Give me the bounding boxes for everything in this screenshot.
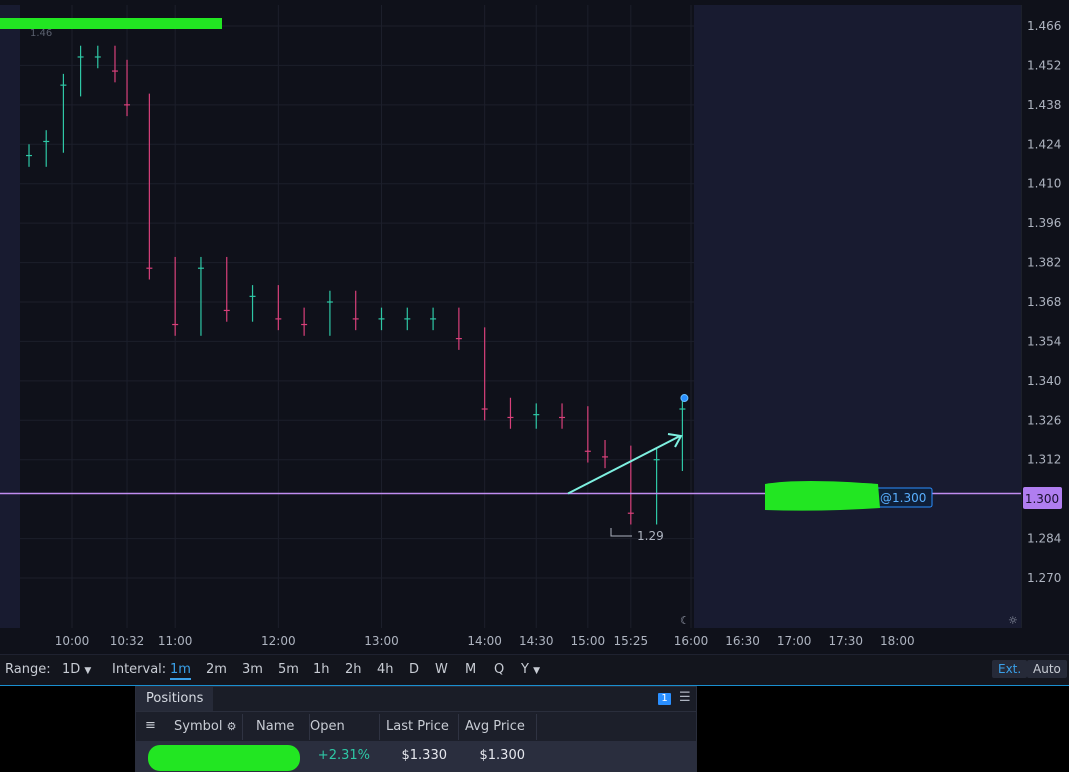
price-tick-label: 1.368 [1027, 295, 1061, 309]
interval-quarter[interactable]: Q [494, 662, 504, 677]
interval-3m[interactable]: 3m [242, 662, 263, 677]
price-tick-label: 1.354 [1027, 334, 1061, 348]
price-tick-label: 1.284 [1027, 532, 1061, 546]
redacted-symbol [148, 745, 300, 771]
time-tick-label: 14:30 [519, 634, 554, 648]
after-hours-shading [694, 5, 1021, 628]
price-tick-label: 1.410 [1027, 177, 1061, 191]
column-symbol-label: Symbol [174, 719, 223, 734]
price-tick-label: 1.326 [1027, 413, 1061, 427]
interval-2m[interactable]: 2m [206, 662, 227, 677]
interval-week[interactable]: W [435, 662, 448, 677]
column-last-price[interactable]: Last Price [380, 714, 459, 740]
range-label: Range: [5, 662, 51, 677]
column-name[interactable]: Name [250, 714, 310, 740]
time-tick-label: 15:00 [571, 634, 606, 648]
time-tick-label: 13:00 [364, 634, 399, 648]
column-avg-price[interactable]: Avg Price [459, 714, 537, 740]
price-tick-label: 1.312 [1027, 453, 1061, 467]
interval-4h[interactable]: 4h [377, 662, 394, 677]
interval-month[interactable]: M [465, 662, 476, 677]
time-axis: 10:00 10:32 11:00 12:00 13:00 14:00 14:30 15:00… [0, 628, 1069, 654]
interval-label: Interval: [112, 662, 167, 677]
interval-year-dropdown[interactable]: Y ▼ [521, 662, 540, 677]
price-tick-label: 1.382 [1027, 256, 1061, 270]
interval-2h[interactable]: 2h [345, 662, 362, 677]
column-symbol[interactable]: Symbol ⚙ [168, 714, 243, 740]
chevron-down-icon: ▼ [84, 666, 92, 676]
range-value: 1D [62, 662, 81, 677]
avg-price-value: $1.300 [479, 748, 526, 763]
session-low-marker: 1.29 [610, 528, 664, 543]
time-tick-label: 16:30 [725, 634, 760, 648]
interval-1h[interactable]: 1h [313, 662, 330, 677]
last-price-dot [680, 394, 689, 403]
order-price-label-text: @1.300 [880, 491, 926, 505]
moon-icon: ☾ [680, 614, 690, 627]
open-pnl-value: +2.31% [317, 748, 370, 763]
column-open-pnl[interactable]: Open P&... [304, 714, 380, 760]
range-dropdown[interactable]: 1D ▼ [62, 662, 91, 677]
interval-year-label: Y [521, 662, 529, 677]
price-tick-label: 1.466 [1027, 19, 1061, 33]
auto-scale-button[interactable]: Auto [1027, 660, 1067, 678]
price-tick-label: 1.340 [1027, 374, 1061, 388]
list-view-icon[interactable]: ☰ [679, 690, 691, 705]
price-tick-label: 1.452 [1027, 58, 1061, 72]
price-tick-label: 1.270 [1027, 571, 1061, 585]
interval-1m[interactable]: 1m [170, 662, 191, 680]
time-tick-label: 10:32 [110, 634, 145, 648]
tab-positions[interactable]: Positions [136, 687, 214, 711]
time-tick-label: 12:00 [261, 634, 296, 648]
time-tick-label: 15:25 [614, 634, 649, 648]
trend-arrow-drawing[interactable] [567, 433, 683, 495]
redacted-order-box [765, 481, 880, 511]
current-price-tag-label: 1.300 [1025, 492, 1059, 506]
time-tick-label: 10:00 [55, 634, 90, 648]
positions-panel: Positions 1 ☰ ≡ Symbol ⚙ Name Open P&...… [135, 686, 697, 772]
time-tick-label: 18:00 [880, 634, 915, 648]
sun-icon: ☼ [1008, 614, 1018, 627]
chevron-down-icon: ▼ [533, 666, 541, 676]
interval-day[interactable]: D [409, 662, 419, 677]
positions-header: Positions 1 ☰ [136, 687, 696, 712]
settings-icon: ⚙ [226, 720, 237, 733]
time-tick-label: 17:00 [777, 634, 812, 648]
price-tick-label: 1.396 [1027, 216, 1061, 230]
time-tick-label: 11:00 [158, 634, 193, 648]
price-tick-label: 1.438 [1027, 98, 1061, 112]
time-tick-label: 17:30 [828, 634, 863, 648]
positions-count-badge: 1 [658, 693, 671, 705]
interval-5m[interactable]: 5m [278, 662, 299, 677]
legend-first-price: 1.46 [30, 28, 52, 39]
chart-canvas[interactable]: 1.29 1.466 1.452 1.438 1.424 1.410 1.396 1.382… [0, 0, 1069, 628]
time-tick-label: 14:00 [467, 634, 502, 648]
session-low-label: 1.29 [637, 529, 664, 543]
time-tick-label: 16:00 [674, 634, 709, 648]
price-chart[interactable]: 1.29 1.466 1.452 1.438 1.424 1.410 1.396 1.382… [0, 0, 1069, 628]
extended-hours-button[interactable]: Ext. [992, 660, 1028, 678]
price-tick-label: 1.424 [1027, 137, 1061, 151]
pre-market-shading [0, 5, 20, 628]
last-price-value: $1.330 [401, 748, 448, 763]
chart-toolbar: Range: 1D ▼ Interval: 1m 2m 3m 5m 1h 2h … [0, 654, 1069, 686]
column-menu-icon[interactable]: ≡ [145, 718, 156, 733]
